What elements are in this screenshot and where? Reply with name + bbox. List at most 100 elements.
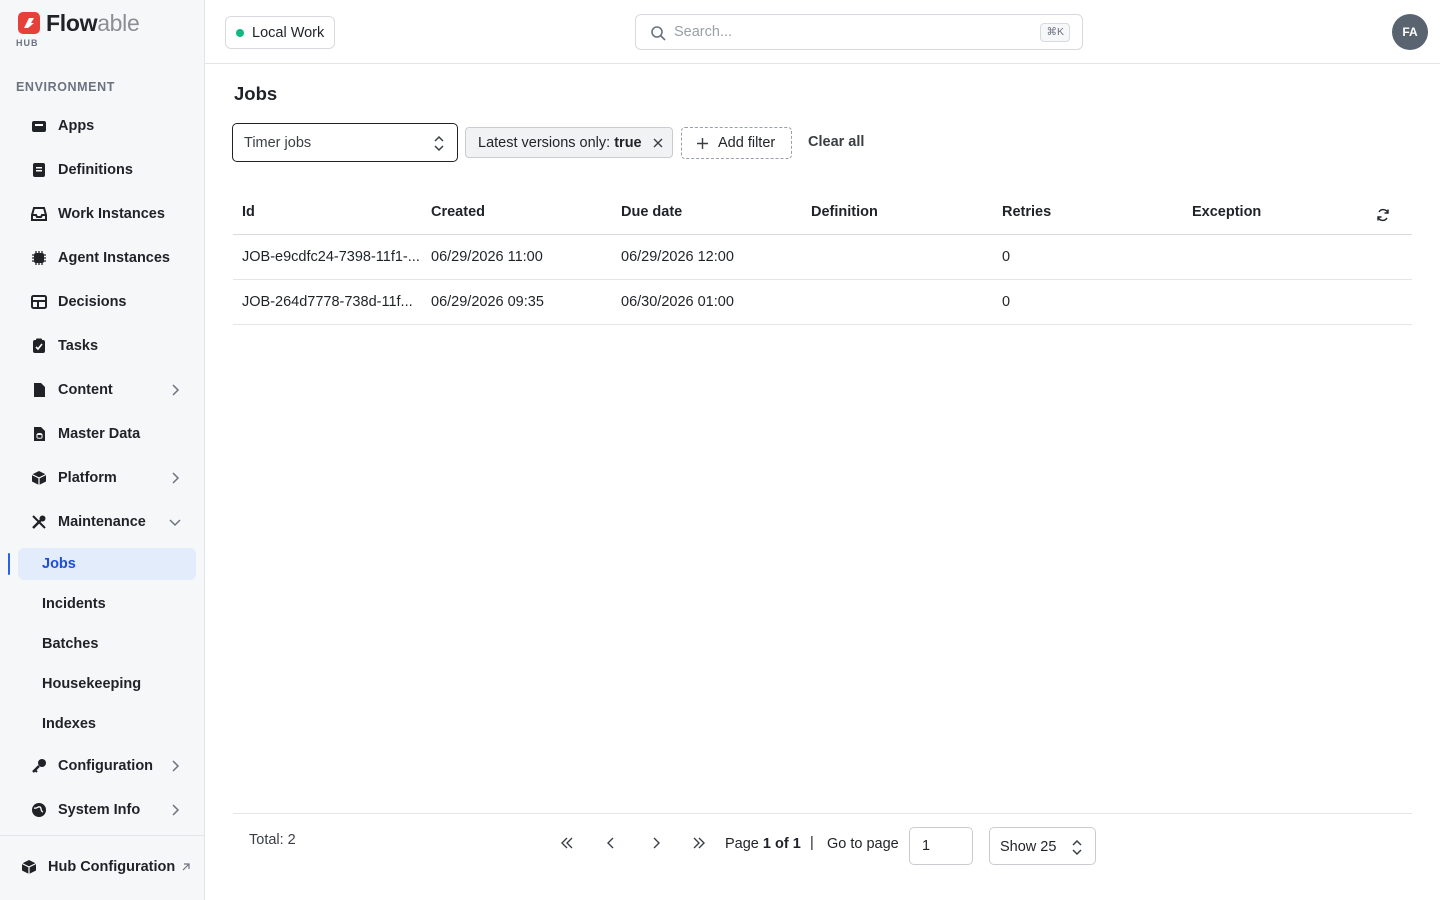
chevron-right-icon — [172, 804, 180, 816]
cell-created: 06/29/2026 09:35 — [431, 294, 544, 310]
cell-retries: 0 — [1002, 294, 1011, 310]
sidebar-item-tasks[interactable]: Tasks — [16, 329, 196, 363]
chevron-right-icon — [172, 472, 180, 484]
clear-all-button[interactable]: Clear all — [808, 134, 864, 150]
add-filter-button[interactable]: Add filter — [681, 127, 792, 159]
filter-chip-latest-versions[interactable]: Latest versions only: true — [465, 127, 673, 158]
first-page-icon[interactable] — [559, 835, 575, 851]
add-filter-label: Add filter — [718, 135, 776, 151]
page-indicator: Page 1 of 1 — [725, 836, 801, 852]
sidebar-subitem-label: Incidents — [42, 596, 106, 612]
sidebar-item-configuration[interactable]: Configuration — [16, 749, 196, 783]
plus-icon — [697, 138, 708, 149]
external-link-icon — [182, 863, 190, 871]
sidebar-item-master-data[interactable]: Master Data — [16, 417, 196, 451]
table-header: Id Created Due date Definition Retries E… — [233, 192, 1412, 235]
cell-id: JOB-264d7778-738d-11f... — [242, 294, 413, 310]
table-icon — [31, 295, 47, 309]
jobs-table: Id Created Due date Definition Retries E… — [233, 192, 1412, 325]
sidebar-subitem-label: Indexes — [42, 716, 96, 732]
sidebar-subitem-jobs[interactable]: Jobs — [18, 548, 196, 580]
flowable-logo[interactable]: Flowable HUB — [16, 10, 156, 50]
last-page-icon[interactable] — [691, 835, 707, 851]
sidebar-item-content[interactable]: Content — [16, 373, 196, 407]
sidebar-item-label: Agent Instances — [58, 250, 170, 266]
column-header-created[interactable]: Created — [431, 204, 485, 220]
top-bar: Local Work ⌘K FA — [205, 0, 1440, 64]
chip-icon — [32, 251, 46, 265]
filter-chip-label: Latest versions only: true — [478, 135, 642, 151]
environment-section-label: ENVIRONMENT — [16, 80, 115, 94]
sidebar-footer: Hub Configuration — [0, 835, 204, 900]
sidebar-item-decisions[interactable]: Decisions — [16, 285, 196, 319]
chevron-up-down-icon — [1072, 839, 1082, 856]
hub-configuration-link[interactable]: Hub Configuration — [16, 854, 196, 882]
pagination: Total: 2 Page 1 of 1 | Go to page Show 2… — [233, 813, 1412, 900]
sidebar-subitem-incidents[interactable]: Incidents — [18, 588, 196, 620]
environment-status-dot — [236, 29, 244, 37]
cell-due-date: 06/30/2026 01:00 — [621, 294, 734, 310]
pagination-separator: | — [810, 835, 814, 851]
logo-subtitle: HUB — [16, 38, 39, 48]
sidebar-item-label: Apps — [58, 118, 95, 134]
hub-configuration-label: Hub Configuration — [48, 859, 176, 875]
cell-due-date: 06/29/2026 12:00 — [621, 249, 734, 265]
refresh-icon[interactable] — [1376, 208, 1390, 222]
previous-page-icon[interactable] — [603, 835, 619, 851]
cell-id: JOB-e9cdfc24-7398-11f1-... — [242, 249, 420, 265]
total-count: Total: 2 — [249, 832, 296, 848]
sidebar-subitem-label: Jobs — [42, 556, 76, 572]
active-indicator — [8, 553, 10, 575]
sidebar-subitem-batches[interactable]: Batches — [18, 628, 196, 660]
column-header-exception[interactable]: Exception — [1192, 204, 1261, 220]
chevron-right-icon — [172, 384, 180, 396]
environment-name: Local Work — [252, 25, 325, 41]
sidebar-item-maintenance[interactable]: Maintenance — [16, 505, 196, 539]
sidebar-subitem-housekeeping[interactable]: Housekeeping — [18, 668, 196, 700]
job-type-select[interactable]: Timer jobs — [232, 123, 458, 162]
sidebar-item-label: Decisions — [58, 294, 127, 310]
logo-wordmark: Flowable — [46, 10, 140, 36]
sidebar-subitem-indexes[interactable]: Indexes — [18, 708, 196, 740]
next-page-icon[interactable] — [648, 835, 664, 851]
clipboard-check-icon — [33, 338, 45, 353]
sidebar-subitem-label: Housekeeping — [42, 676, 142, 692]
table-row[interactable]: JOB-264d7778-738d-11f... 06/29/2026 09:3… — [233, 280, 1412, 325]
column-header-definition[interactable]: Definition — [811, 204, 878, 220]
cube-icon — [21, 860, 37, 874]
column-header-id[interactable]: Id — [242, 204, 255, 220]
environment-selector[interactable]: Local Work — [225, 16, 335, 49]
job-type-value: Timer jobs — [244, 135, 312, 151]
sidebar-item-label: Maintenance — [58, 514, 146, 530]
close-icon[interactable] — [652, 137, 664, 149]
flowable-logo-mark-icon — [18, 12, 40, 34]
box-icon — [32, 121, 46, 132]
cell-created: 06/29/2026 11:00 — [431, 249, 543, 265]
sidebar-item-label: Content — [58, 382, 113, 398]
sidebar-item-work-instances[interactable]: Work Instances — [16, 197, 196, 231]
user-avatar[interactable]: FA — [1392, 14, 1428, 50]
cube-icon — [31, 471, 47, 485]
inbox-icon — [31, 207, 47, 221]
sidebar-item-agent-instances[interactable]: Agent Instances — [16, 241, 196, 275]
sidebar-item-system-info[interactable]: System Info — [16, 793, 196, 827]
column-header-retries[interactable]: Retries — [1002, 204, 1051, 220]
page-title: Jobs — [234, 83, 278, 104]
search-shortcut-hint: ⌘K — [1040, 23, 1070, 42]
column-header-due-date[interactable]: Due date — [621, 204, 682, 220]
go-to-page-input[interactable] — [909, 827, 973, 865]
sidebar-item-platform[interactable]: Platform — [16, 461, 196, 495]
sidebar-item-label: Master Data — [58, 426, 141, 442]
search-input[interactable] — [674, 22, 1034, 42]
sidebar-item-label: Tasks — [58, 338, 99, 354]
sidebar-item-label: Configuration — [58, 758, 154, 774]
chevron-up-down-icon — [434, 135, 444, 152]
global-search[interactable]: ⌘K — [635, 14, 1083, 50]
page-size-select[interactable]: Show 25 — [989, 827, 1096, 865]
sidebar-item-apps[interactable]: Apps — [16, 109, 196, 143]
sidebar-item-definitions[interactable]: Definitions — [16, 153, 196, 187]
sidebar-item-label: Platform — [58, 470, 117, 486]
filter-chip-value: true — [614, 135, 642, 151]
table-row[interactable]: JOB-e9cdfc24-7398-11f1-... 06/29/2026 11… — [233, 235, 1412, 280]
go-to-page-label: Go to page — [827, 836, 899, 852]
